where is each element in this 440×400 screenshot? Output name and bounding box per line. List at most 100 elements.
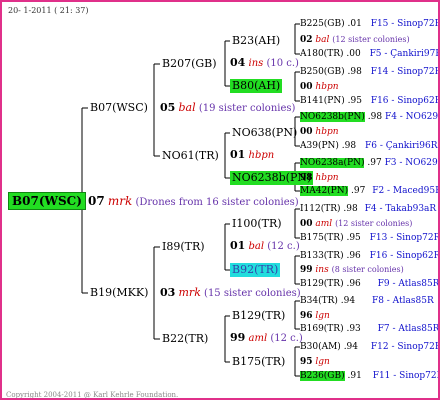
b22-year-code: 99 (230, 331, 246, 344)
b207-node[interactable]: B207(GB) (160, 57, 219, 71)
ancestor-row-15[interactable]: B175(TR) .95 F13 - Sinop72R (300, 232, 440, 244)
year-mark: lgn (315, 357, 330, 367)
i89-year-code: 01 (230, 239, 246, 252)
year-code: 00 (300, 82, 313, 92)
ancestor-row-22[interactable]: B30(AM) .94 F12 - Sinop72R (300, 341, 440, 353)
ancestor-row-9[interactable]: A39(PN) .98 F6 - Çankiri96R (300, 140, 438, 152)
ancestor-value: .98 (341, 141, 357, 151)
ancestor-value: .97 (367, 158, 382, 168)
year-row-11: 98 hbpn (300, 172, 339, 184)
ancestor-source: F15 - Sinop72R (370, 19, 440, 29)
ancestor-row-12[interactable]: MA42(PN) .97 F2 - Maced95R (300, 185, 438, 197)
ancestor-source: F13 - Sinop72R (369, 233, 440, 243)
ancestor-name: NO6238a(PN) (300, 158, 365, 168)
ancestor-source: F5 - Çankiri97R (369, 49, 440, 59)
b207-year-code: 04 (230, 56, 246, 69)
ancestor-name: B169(TR) (300, 324, 344, 334)
year-mark: hbpn (315, 127, 339, 137)
year-row-20: 96 lgn (300, 310, 330, 322)
ancestor-source: F3 - NO6294R (384, 158, 438, 168)
ancestor-row-24[interactable]: B236(GB) .91 F11 - Sinop72R (300, 370, 440, 382)
upper-year-code: 05 (160, 101, 176, 114)
b207-year: 04 ins (10 c.) (230, 57, 299, 70)
ancestor-name: NO6238b(PN) (300, 112, 365, 122)
ancestor-value: .94 (340, 296, 356, 306)
year-code: 00 (300, 219, 313, 229)
year-mark: aml (315, 219, 333, 229)
lower-year-mark: mrk (178, 286, 201, 299)
ancestor-name: I112(TR) (300, 204, 341, 214)
ancestor-row-13[interactable]: I112(TR) .98 F4 - Takab93aR (300, 203, 436, 215)
header-date: 20- 1-2011 ( 21: 37) (8, 6, 89, 15)
ancestor-source: F8 - Atlas85R (371, 296, 434, 306)
ancestor-row-18[interactable]: B129(TR) .96 F9 - Atlas85R (300, 278, 440, 290)
b22-node[interactable]: B22(TR) (160, 332, 210, 346)
root-year-code: 07 (88, 194, 105, 208)
ancestor-source: F14 - Sinop72R (370, 67, 440, 77)
year-note: (12 sister colonies) (332, 35, 410, 44)
ancestor-name: B133(TR) (300, 251, 344, 261)
ancestor-row-19[interactable]: B34(TR) .94 F8 - Atlas85R (300, 295, 434, 307)
year-note: (8 sister colonies) (331, 265, 404, 274)
ancestor-row-21[interactable]: B169(TR) .93 F7 - Atlas85R (300, 323, 438, 335)
lower-year-note: (15 sister colonies) (204, 288, 301, 299)
ancestor-row-7[interactable]: NO6238b(PN) .98 F4 - NO6294R (300, 111, 438, 123)
ancestor-value: .98 (347, 67, 362, 77)
year-code: 00 (300, 127, 313, 137)
ancestor-value: .93 (346, 324, 361, 334)
ancestor-value: .01 (347, 19, 362, 29)
b22-year-note: (12 c.) (270, 333, 303, 344)
ancestor-row-1[interactable]: B225(GB) .01 F15 - Sinop72R (300, 18, 440, 30)
upper-parent-node[interactable]: B07(WSC) (88, 101, 150, 115)
b22-year: 99 aml (12 c.) (230, 332, 303, 345)
root-year-note: (Drones from 16 sister colonies) (135, 197, 299, 208)
ancestor-source: F12 - Sinop72R (370, 342, 440, 352)
b92-node[interactable]: B92(TR) (230, 263, 281, 277)
ancestor-name: A39(PN) (300, 141, 339, 151)
lower-parent-node[interactable]: B19(MKK) (88, 286, 150, 300)
year-code: 99 (300, 265, 313, 275)
ancestor-value: .96 (346, 279, 361, 289)
year-row-5: 00 hbpn (300, 81, 339, 93)
no61-year-code: 01 (230, 148, 246, 161)
ancestor-source: F16 - Sinop62R (369, 251, 440, 261)
ancestor-name: B129(TR) (300, 279, 344, 289)
ancestor-value: .98 (367, 112, 383, 122)
ancestor-source: F16 - Sinop62R (370, 96, 440, 106)
ancestor-value: .94 (343, 342, 359, 352)
ancestor-name: B236(GB) (300, 371, 345, 381)
ancestor-row-6[interactable]: B141(PN) .95 F16 - Sinop62R (300, 95, 440, 107)
ancestor-value: .91 (347, 371, 362, 381)
ancestor-name: B30(AM) (300, 342, 341, 352)
ancestor-name: A180(TR) (300, 49, 344, 59)
year-row-14: 00 aml (12 sister colonies) (300, 218, 412, 230)
b23-node[interactable]: B23(AH) (230, 34, 282, 48)
year-code: 96 (300, 311, 313, 321)
no61-year: 01 hbpn (230, 149, 274, 162)
year-mark: hbpn (315, 82, 339, 92)
ancestor-name: B34(TR) (300, 296, 338, 306)
b129-node[interactable]: B129(TR) (230, 309, 287, 323)
ancestor-row-16[interactable]: B133(TR) .96 F16 - Sinop62R (300, 250, 440, 262)
ancestor-row-4[interactable]: B250(GB) .98 F14 - Sinop72R (300, 66, 440, 78)
b207-year-mark: ins (248, 58, 264, 69)
no638-node[interactable]: NO638(PN) (230, 126, 299, 140)
year-mark: hbpn (315, 173, 339, 183)
b80-node[interactable]: B80(AH) (230, 79, 283, 93)
i89-node[interactable]: I89(TR) (160, 240, 207, 254)
ancestor-source: F11 - Sinop72R (372, 371, 440, 381)
year-mark: lgn (315, 311, 330, 321)
no61-node[interactable]: NO61(TR) (160, 149, 221, 163)
upper-year-note: (19 sister colonies) (198, 103, 296, 114)
ancestor-value: .95 (346, 233, 361, 243)
ancestor-source: F9 - Atlas85R (377, 279, 440, 289)
ancestor-row-3[interactable]: A180(TR) .00 F5 - Çankiri97R (300, 48, 440, 60)
upper-year-mark: bal (178, 101, 196, 114)
b175-node[interactable]: B175(TR) (230, 355, 287, 369)
i100-node[interactable]: I100(TR) (230, 217, 284, 231)
year-row-17: 99 ins (8 sister colonies) (300, 264, 404, 276)
ancestor-row-10[interactable]: NO6238a(PN) .97 F3 - NO6294R (300, 157, 438, 169)
root-node[interactable]: B07(WSC) (8, 192, 86, 210)
year-row-23: 95 lgn (300, 356, 330, 368)
ancestor-source: F6 - Çankiri96R (364, 141, 438, 151)
